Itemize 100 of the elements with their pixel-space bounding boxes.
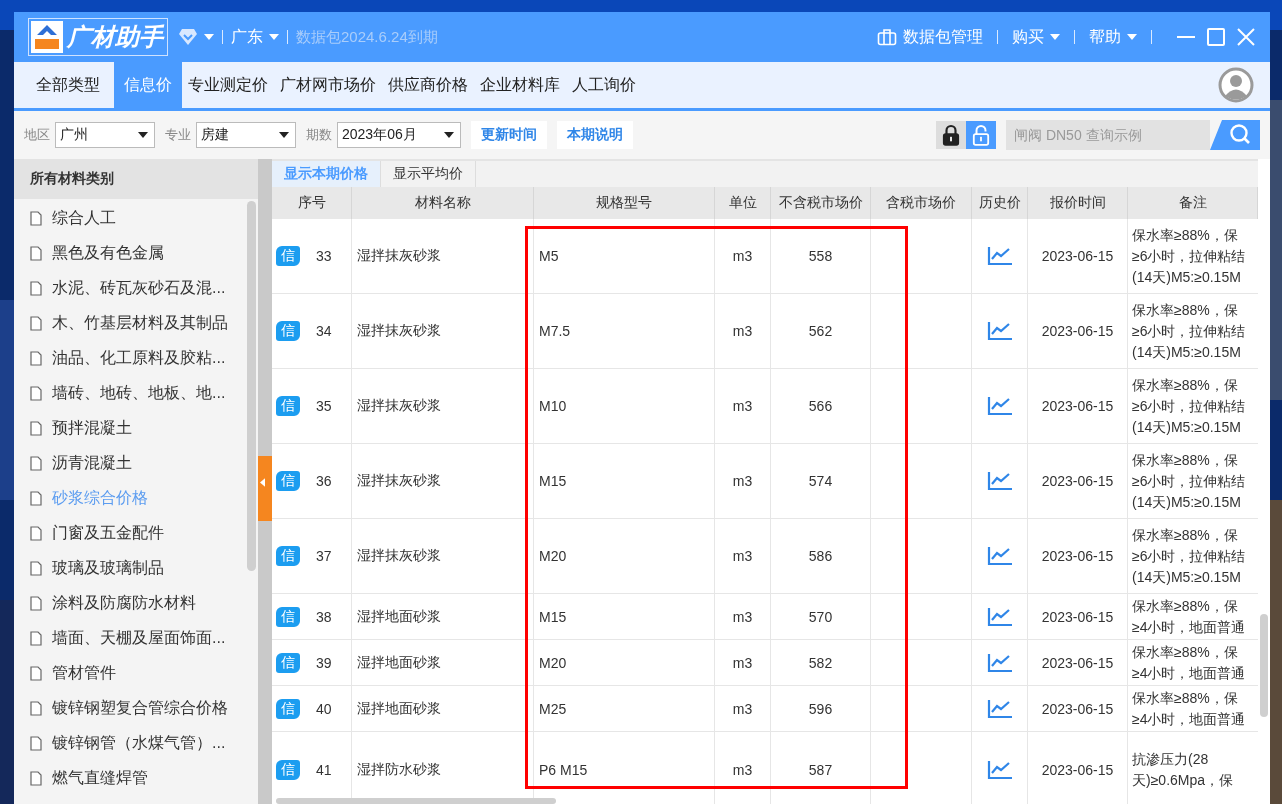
table-cell: 566 xyxy=(808,398,833,414)
category-tab[interactable]: 广材网市场价 xyxy=(274,62,382,108)
table-cell: M15 xyxy=(539,473,567,489)
search-field[interactable]: 闸阀 DN50 查询示例 xyxy=(1006,120,1210,150)
filter-label: 专业 xyxy=(165,126,191,144)
table-cell: 湿拌地面砂浆 xyxy=(357,699,441,718)
table-cell: 2023-06-15 xyxy=(1041,473,1114,489)
category-item[interactable]: 沥青混凝土 xyxy=(14,446,258,481)
line-chart-icon[interactable] xyxy=(986,321,1013,341)
column-header: 序号 xyxy=(272,187,352,219)
category-item[interactable]: 预拌混凝土 xyxy=(14,411,258,446)
document-icon xyxy=(30,421,42,436)
table-cell: 39 xyxy=(316,654,332,671)
info-badge: 信 xyxy=(276,606,300,627)
category-tab[interactable]: 供应商价格 xyxy=(382,62,474,108)
caret-icon[interactable] xyxy=(138,132,148,138)
table-cell: m3 xyxy=(732,248,753,264)
table-cell: 41 xyxy=(316,761,332,778)
column-header: 含税市场价 xyxy=(871,187,972,219)
table-cell: m3 xyxy=(732,700,753,717)
caret-icon[interactable] xyxy=(279,132,289,138)
table-cell: M7.5 xyxy=(539,323,571,339)
line-chart-icon[interactable] xyxy=(986,246,1013,266)
table-cell: 33 xyxy=(316,248,332,264)
table-cell: 35 xyxy=(316,398,332,414)
category-tab[interactable]: 专业测定价 xyxy=(182,62,274,108)
info-badge: 信 xyxy=(276,246,300,266)
table-cell: 2023-06-15 xyxy=(1041,323,1114,339)
column-header: 单位 xyxy=(715,187,771,219)
briefcase-icon[interactable] xyxy=(877,28,897,46)
category-tab[interactable]: 人工询价 xyxy=(566,62,642,108)
diamond-icon[interactable] xyxy=(178,28,198,46)
info-badge: 信 xyxy=(276,321,300,341)
table-cell: 582 xyxy=(808,654,833,671)
line-chart-icon[interactable] xyxy=(986,396,1013,416)
line-chart-icon[interactable] xyxy=(986,698,1013,719)
package-expiry-text: 数据包2024.6.24到期 xyxy=(296,27,438,47)
table-cell: 湿拌抹灰砂浆 xyxy=(357,547,441,565)
line-chart-icon[interactable] xyxy=(986,652,1013,673)
horizontal-scrollbar[interactable] xyxy=(276,798,556,804)
table-cell: 2023-06-15 xyxy=(1041,398,1114,414)
toolbar-button[interactable]: 更新时间 xyxy=(471,121,547,149)
category-item[interactable]: 镀锌钢管（水煤气管）... xyxy=(14,726,258,761)
category-item[interactable]: 综合人工 xyxy=(14,201,258,236)
document-icon xyxy=(30,736,42,751)
table-cell: M5 xyxy=(539,248,559,264)
table-cell: 2023-06-15 xyxy=(1041,654,1114,671)
document-icon xyxy=(30,631,42,646)
document-icon xyxy=(30,701,42,716)
category-item[interactable]: 黑色及有色金属 xyxy=(14,236,258,271)
document-icon xyxy=(30,491,42,506)
column-header: 不含税市场价 xyxy=(771,187,871,219)
category-item[interactable]: 涂料及防腐防水材料 xyxy=(14,586,258,621)
table-cell: M15 xyxy=(539,608,567,625)
table-cell: 40 xyxy=(316,700,332,717)
document-icon xyxy=(30,386,42,401)
lock-button[interactable] xyxy=(936,121,966,149)
table-cell: m3 xyxy=(732,761,753,778)
category-item[interactable]: 墙砖、地砖、地板、地... xyxy=(14,376,258,411)
category-tab[interactable]: 企业材料库 xyxy=(474,62,566,108)
caret-icon[interactable] xyxy=(444,132,454,138)
remark-text: 保水率≥88%，保 ≥4小时，地面普通 xyxy=(1132,596,1246,637)
category-item[interactable]: 木、竹基层材料及其制品 xyxy=(14,306,258,341)
table-cell: 湿拌地面砂浆 xyxy=(357,607,441,626)
document-icon xyxy=(30,526,42,541)
category-item[interactable]: 油品、化工原料及胶粘... xyxy=(14,341,258,376)
close-icon[interactable] xyxy=(1236,27,1256,47)
filter-dropdown[interactable]: 2023年06月 xyxy=(337,122,461,148)
scrollbar-thumb[interactable] xyxy=(247,201,256,571)
avatar-icon[interactable] xyxy=(1218,67,1254,103)
category-item[interactable]: 玻璃及玻璃制品 xyxy=(14,551,258,586)
category-item[interactable]: 门窗及五金配件 xyxy=(14,516,258,551)
line-chart-icon[interactable] xyxy=(986,759,1013,780)
remark-text: 保水率≥88%，保 ≥6小时，拉伸粘结 (14天)M5:≥0.15M xyxy=(1132,300,1246,362)
category-item[interactable]: 管材管件 xyxy=(14,656,258,691)
table-cell: M10 xyxy=(539,398,567,414)
info-badge: 信 xyxy=(276,698,300,719)
table-cell: m3 xyxy=(732,548,753,564)
app-logo: 广材助手 xyxy=(28,18,168,56)
collapse-handle[interactable] xyxy=(258,456,272,521)
remark-text: 保水率≥88%，保 ≥4小时，地面普通 xyxy=(1132,688,1246,729)
category-item[interactable]: 水泥、砖瓦灰砂石及混... xyxy=(14,271,258,306)
search-icon[interactable] xyxy=(1210,120,1260,150)
category-item[interactable]: 燃气直缝焊管 xyxy=(14,761,258,796)
filter-dropdown[interactable]: 广州 xyxy=(55,122,155,148)
table-cell: 570 xyxy=(808,608,833,625)
maximize-icon[interactable] xyxy=(1206,27,1226,47)
line-chart-icon[interactable] xyxy=(986,606,1013,627)
category-item[interactable]: 墙面、天棚及屋面饰面... xyxy=(14,621,258,656)
table-cell: 湿拌抹灰砂浆 xyxy=(357,472,441,490)
category-tab[interactable]: 全部类型 xyxy=(22,62,114,108)
scrollbar-thumb[interactable] xyxy=(1260,614,1268,717)
line-chart-icon[interactable] xyxy=(986,471,1013,491)
filter-dropdown[interactable]: 房建 xyxy=(196,122,296,148)
toolbar-button[interactable]: 本期说明 xyxy=(557,121,633,149)
column-header: 规格型号 xyxy=(534,187,715,219)
document-icon xyxy=(30,771,42,786)
category-item[interactable]: 镀锌钢塑复合管综合价格 xyxy=(14,691,258,726)
line-chart-icon[interactable] xyxy=(986,546,1013,566)
table-cell: 2023-06-15 xyxy=(1041,761,1114,778)
